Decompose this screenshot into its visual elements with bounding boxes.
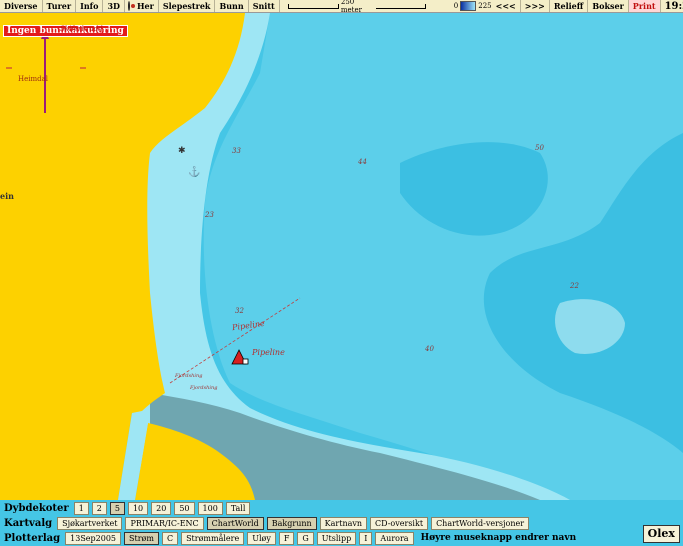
kartvalg-title: Kartvalg	[4, 517, 53, 529]
scale-line-right	[375, 3, 426, 9]
chart-cd-oversikt-button[interactable]: CD-oversikt	[370, 516, 429, 530]
dybdekoter-title: Dybdekoter	[4, 502, 69, 514]
contour-50-button[interactable]: 50	[174, 501, 195, 515]
marker-box-icon	[242, 358, 249, 365]
layer-i-button[interactable]: I	[359, 531, 373, 545]
plotterlag-hint: Høyre museknapp endrer navn	[420, 533, 577, 543]
print-button[interactable]: Print	[628, 0, 661, 12]
depth-max: 225	[478, 2, 492, 10]
forward-button[interactable]: >>>	[521, 0, 550, 12]
back-button[interactable]: <<<	[492, 0, 521, 12]
layer-strom-button[interactable]: Strøm	[124, 531, 159, 545]
menu-turer[interactable]: Turer	[43, 0, 77, 12]
plotterlag-title: Plotterlag	[4, 532, 61, 544]
chart-kartnavn-button[interactable]: Kartnavn	[319, 516, 368, 530]
chart-sjokartverket-button[interactable]: Sjøkartverket	[57, 516, 123, 530]
menu-diverse[interactable]: Diverse	[0, 0, 43, 12]
menu-snitt[interactable]: Snitt	[249, 0, 280, 12]
depth-label: 40	[425, 345, 434, 353]
chart-map[interactable]: ⚓ ✱ Ingen bunnkalkulering Skiferbrudd He…	[0, 13, 683, 500]
dybdekoter-panel: Dybdekoter 1 2 5 10 20 50 100 Tall	[0, 501, 683, 515]
depth-legend: 0 225	[454, 1, 492, 11]
depth-label: 33	[232, 147, 241, 155]
depth-min: 0	[453, 2, 459, 10]
contour-100-button[interactable]: 100	[197, 501, 223, 515]
chart-bakgrunn-button[interactable]: Bakgrunn	[266, 516, 317, 530]
menu-her[interactable]: Her	[133, 0, 159, 12]
depth-gradient	[460, 1, 477, 11]
chart-primar-button[interactable]: PRIMAR/IC-ENC	[125, 516, 204, 530]
depth-label: 22	[570, 282, 579, 290]
layer-c-button[interactable]: C	[161, 531, 179, 545]
bokser-button[interactable]: Bokser	[588, 0, 629, 12]
layer-g-button[interactable]: G	[297, 531, 314, 545]
label-heimdal: Heimdal	[18, 75, 49, 83]
menu-info[interactable]: Info	[76, 0, 104, 12]
label-fjord-1: Fjordshing	[175, 373, 203, 379]
layer-uloy-button[interactable]: Uløy	[247, 531, 276, 545]
layer-utslipp-button[interactable]: Utslipp	[316, 531, 357, 545]
layer-strommalere-button[interactable]: Strømmålere	[181, 531, 245, 545]
layer-date-button[interactable]: 13Sep2005	[65, 531, 122, 545]
olex-button[interactable]: Olex	[642, 525, 680, 543]
clock: 19:24:22	[664, 0, 683, 12]
scale-label: 250 meter	[340, 0, 362, 14]
menu-3d[interactable]: 3D	[103, 0, 125, 12]
kartvalg-panel: Kartvalg Sjøkartverket PRIMAR/IC-ENC Cha…	[0, 516, 683, 530]
depth-label: 50	[535, 144, 544, 152]
contour-20-button[interactable]: 20	[151, 501, 172, 515]
label-fjord-2: Fjordshing	[190, 385, 218, 391]
anchor-icon: ⚓	[188, 165, 200, 178]
plotterlag-panel: Plotterlag 13Sep2005 Strøm C Strømmålere…	[0, 531, 683, 545]
camera-target-icon[interactable]	[127, 1, 135, 11]
top-toolbar: Diverse Turer Info 3D Her Slepestrek Bun…	[0, 0, 683, 14]
contour-5-button[interactable]: 5	[109, 501, 125, 515]
label-skiferbrudd: Skiferbrudd	[60, 25, 103, 33]
menu-slepestrek[interactable]: Slepestrek	[159, 0, 216, 12]
scale-line-left	[287, 3, 339, 9]
contour-10-button[interactable]: 10	[127, 501, 149, 515]
depth-label: 23	[205, 211, 214, 219]
layer-aurora-button[interactable]: Aurora	[375, 531, 414, 545]
label-pipeline-2: Pipeline	[252, 348, 285, 357]
layer-f-button[interactable]: F	[278, 531, 295, 545]
relieff-button[interactable]: Relieff	[550, 0, 589, 12]
depth-label: 32	[235, 307, 244, 315]
chart-versions-button[interactable]: ChartWorld-versjoner	[431, 516, 530, 530]
contour-1-button[interactable]: 1	[73, 501, 89, 515]
contour-2-button[interactable]: 2	[91, 501, 107, 515]
contour-tall-button[interactable]: Tall	[225, 501, 251, 515]
menu-bunn[interactable]: Bunn	[215, 0, 249, 12]
depth-label: 44	[358, 158, 367, 166]
wreck-icon: ✱	[178, 146, 186, 156]
scale-bar: 250 meter	[280, 0, 434, 14]
chart-canvas: ⚓ ✱	[0, 13, 683, 500]
chart-chartworld-button[interactable]: ChartWorld	[206, 516, 264, 530]
label-ein: ein	[0, 191, 14, 201]
